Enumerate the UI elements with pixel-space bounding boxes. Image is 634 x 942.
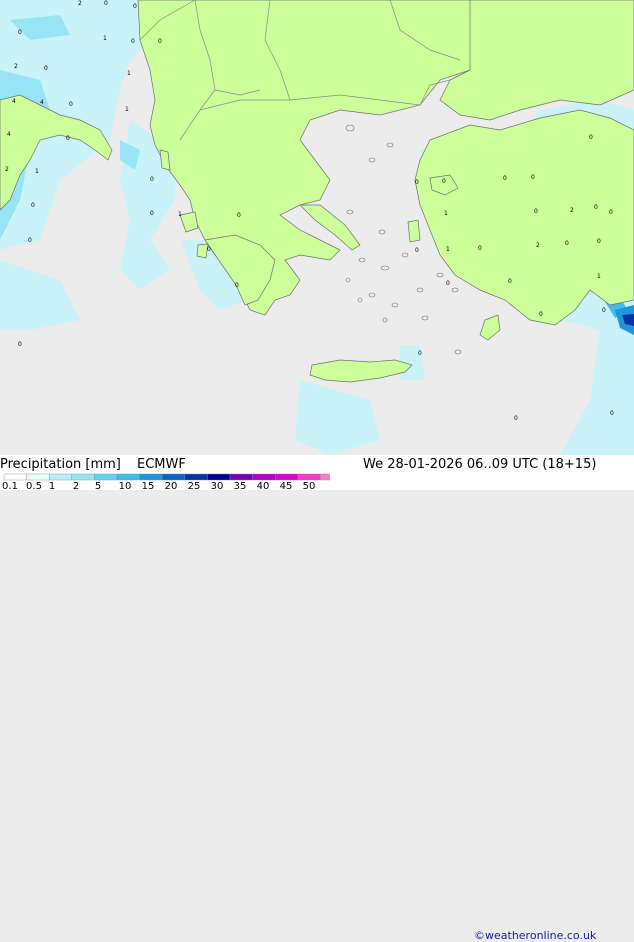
map-value: 1 bbox=[103, 35, 107, 42]
map-value: 0 bbox=[610, 410, 614, 417]
scale-swatch bbox=[207, 473, 231, 481]
map-value: 0 bbox=[104, 0, 108, 7]
map-value: 0 bbox=[69, 101, 73, 108]
model-name: ECMWF bbox=[137, 457, 186, 472]
map-value: 0 bbox=[66, 135, 70, 142]
precipitation-map: 2 0 0 0 1 0 0 2 0 4 4 0 1 1 4 0 1 2 0 0 … bbox=[0, 0, 634, 455]
map-value: 0 bbox=[235, 282, 239, 289]
map-value: 0 bbox=[609, 209, 613, 216]
map-value: 0 bbox=[514, 415, 518, 422]
map-value: 0 bbox=[539, 311, 543, 318]
scale-tick-label: 50 bbox=[302, 481, 316, 492]
scale-tick-label: 20 bbox=[164, 481, 178, 492]
map-value: 0 bbox=[531, 174, 535, 181]
scale-swatch bbox=[184, 473, 208, 481]
scale-tick-label: 25 bbox=[187, 481, 201, 492]
scale-tick-label: 0.1 bbox=[2, 481, 18, 492]
map-value: 1 bbox=[446, 246, 450, 253]
map-value: 0 bbox=[597, 238, 601, 245]
map-value: 0 bbox=[18, 29, 22, 36]
map-value: 0 bbox=[446, 280, 450, 287]
scale-tick-label: 2 bbox=[72, 481, 80, 492]
map-value: 4 bbox=[12, 98, 16, 105]
map-value: 1 bbox=[35, 168, 39, 175]
scale-tick-label: 40 bbox=[256, 481, 270, 492]
scale-swatch bbox=[26, 473, 50, 481]
map-value: 0 bbox=[131, 38, 135, 45]
map-value: 2 bbox=[5, 166, 9, 173]
scale-swatch bbox=[320, 473, 330, 481]
scale-tick-label: 45 bbox=[279, 481, 293, 492]
scale-swatch bbox=[252, 473, 276, 481]
map-value: 0 bbox=[31, 202, 35, 209]
map-value: 0 bbox=[133, 3, 137, 10]
map-value: 0 bbox=[18, 341, 22, 348]
map-value: 4 bbox=[7, 131, 11, 138]
map-canvas: 2 0 0 0 1 0 0 2 0 4 4 0 1 1 4 0 1 2 0 0 … bbox=[0, 0, 634, 455]
color-scale bbox=[3, 473, 330, 481]
map-value: 0 bbox=[442, 178, 446, 185]
map-value: 0 bbox=[150, 210, 154, 217]
map-value: 0 bbox=[415, 247, 419, 254]
map-value: 0 bbox=[28, 237, 32, 244]
scale-swatch bbox=[139, 473, 163, 481]
scale-tick-label: 35 bbox=[233, 481, 247, 492]
map-value: 0 bbox=[589, 134, 593, 141]
scale-swatch bbox=[229, 473, 253, 481]
scale-swatch bbox=[94, 473, 118, 481]
map-value: 2 bbox=[570, 207, 574, 214]
credit-link[interactable]: ©weatheronline.co.uk bbox=[474, 929, 596, 942]
scale-swatch bbox=[49, 473, 73, 481]
map-title: Precipitation [mm] bbox=[0, 457, 121, 472]
map-value: 1 bbox=[444, 210, 448, 217]
scale-swatch bbox=[297, 473, 321, 481]
scale-tick-label: 0.5 bbox=[26, 481, 42, 492]
map-value: 0 bbox=[44, 65, 48, 72]
scale-tick-label: 10 bbox=[118, 481, 132, 492]
map-value: 4 bbox=[40, 99, 44, 106]
map-value: 0 bbox=[150, 176, 154, 183]
map-value: 0 bbox=[158, 38, 162, 45]
map-value: 2 bbox=[14, 63, 18, 70]
scale-tick-label: 15 bbox=[141, 481, 155, 492]
map-value: 1 bbox=[127, 70, 131, 77]
map-value: 0 bbox=[594, 204, 598, 211]
map-value: 2 bbox=[78, 0, 82, 7]
map-value: 0 bbox=[602, 307, 606, 314]
map-value: 0 bbox=[503, 175, 507, 182]
scale-swatch bbox=[3, 473, 27, 481]
map-value: 0 bbox=[534, 208, 538, 215]
map-value: 0 bbox=[508, 278, 512, 285]
scale-swatch bbox=[275, 473, 299, 481]
map-value: 0 bbox=[565, 240, 569, 247]
map-value: 2 bbox=[536, 242, 540, 249]
valid-time: We 28-01-2026 06..09 UTC (18+15) bbox=[363, 457, 597, 472]
map-value: 0 bbox=[415, 179, 419, 186]
map-value: 0 bbox=[418, 350, 422, 357]
scale-tick-label: 5 bbox=[94, 481, 102, 492]
map-value: 1 bbox=[125, 106, 129, 113]
map-value: 1 bbox=[597, 273, 601, 280]
scale-tick-label: 30 bbox=[210, 481, 224, 492]
map-value: 0 bbox=[478, 245, 482, 252]
map-value: 1 bbox=[178, 211, 182, 218]
scale-swatch bbox=[161, 473, 185, 481]
scale-swatch bbox=[116, 473, 140, 481]
scale-tick-label: 1 bbox=[48, 481, 56, 492]
scale-swatch bbox=[71, 473, 95, 481]
map-value: 0 bbox=[237, 212, 241, 219]
map-value: 0 bbox=[207, 246, 211, 253]
